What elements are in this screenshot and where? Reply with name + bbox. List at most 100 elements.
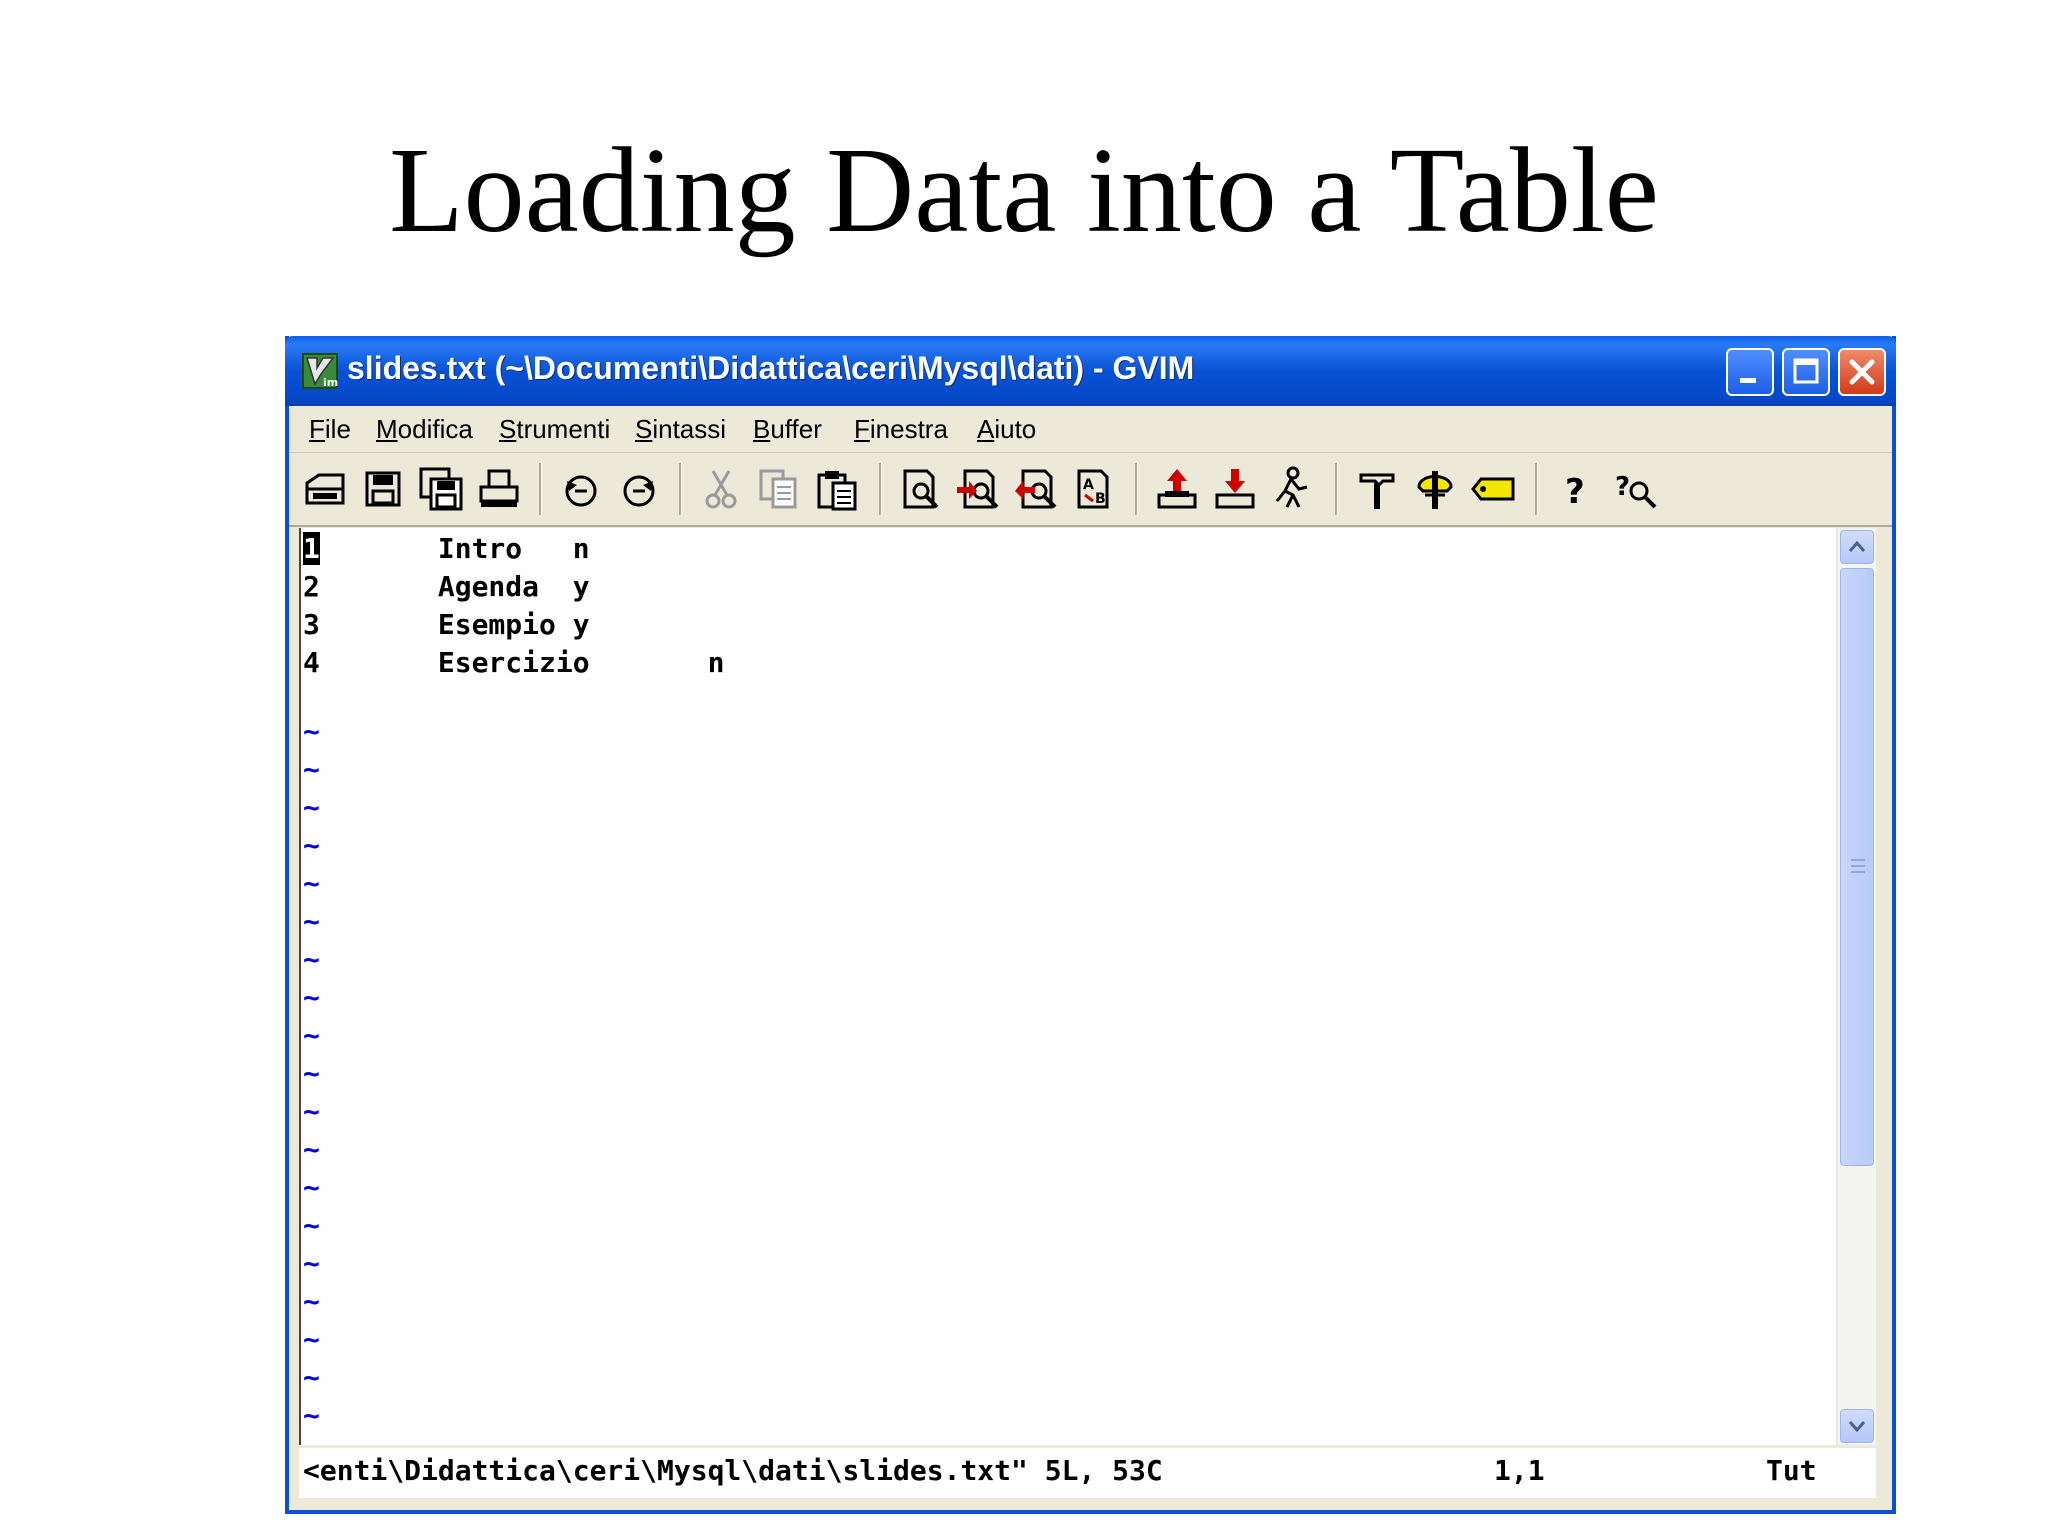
tilde-line: ~ [303, 1095, 320, 1128]
scroll-up-button[interactable] [1840, 530, 1874, 564]
open-icon [305, 473, 345, 505]
menu-sintassi[interactable]: Sintassi [635, 414, 726, 445]
open-button[interactable] [301, 465, 349, 513]
maximize-button[interactable] [1782, 348, 1830, 396]
save-button[interactable] [359, 465, 407, 513]
tilde-line: ~ [303, 905, 320, 938]
editor-line: 4 Esercizio n [303, 644, 724, 682]
ctags-button[interactable] [1469, 465, 1517, 513]
titlebar[interactable]: im slides.txt (~\Documenti\Didattica\cer… [285, 336, 1896, 406]
svg-text:B: B [1095, 491, 1106, 507]
cut-button[interactable] [697, 465, 745, 513]
run-script-button[interactable] [1269, 465, 1317, 513]
tilde-line: ~ [303, 829, 320, 862]
svg-text:im: im [323, 376, 338, 389]
chevron-down-icon [1848, 1421, 1866, 1433]
tilde-line: ~ [303, 1171, 320, 1204]
maximize-icon [1793, 358, 1819, 384]
print-button[interactable] [475, 465, 523, 513]
tilde-line: ~ [303, 1057, 320, 1090]
window-title: slides.txt (~\Documenti\Didattica\ceri\M… [347, 350, 1195, 386]
run-script-icon [1275, 466, 1308, 508]
editor-line: 3 Esempio y [303, 606, 590, 644]
menu-buffer[interactable]: Buffer [753, 414, 822, 445]
save-session-button[interactable] [1211, 465, 1259, 513]
paste-icon [817, 471, 857, 511]
line-number: 1 [303, 532, 320, 565]
tilde-line: ~ [303, 1323, 320, 1356]
vertical-scrollbar[interactable] [1838, 528, 1876, 1445]
help-icon: ? [1565, 472, 1585, 512]
status-file-info: <enti\Didattica\ceri\Mysql\dati\slides.t… [303, 1454, 1163, 1487]
tilde-line: ~ [303, 981, 320, 1014]
tilde-line: ~ [303, 867, 320, 900]
gvim-app-icon: im [302, 353, 338, 389]
scroll-down-button[interactable] [1840, 1409, 1874, 1443]
save-session-icon [1215, 469, 1255, 509]
tilde-line: ~ [303, 1399, 320, 1432]
menu-bar: File Modifica Strumenti Sintassi Buffer … [289, 406, 1892, 453]
tilde-line: ~ [303, 1209, 320, 1242]
status-line: <enti\Didattica\ceri\Mysql\dati\slides.t… [299, 1448, 1876, 1498]
help-button[interactable]: ? [1553, 465, 1601, 513]
find-prev-button[interactable] [1013, 465, 1061, 513]
paste-button[interactable] [813, 465, 861, 513]
replace-button[interactable]: AB [1071, 465, 1119, 513]
undo-button[interactable] [557, 465, 605, 513]
line-number: 4 [303, 646, 320, 679]
status-cursor-position: 1,1 [1494, 1454, 1545, 1487]
make-icon [1359, 473, 1395, 509]
editor-line: 1 Intro n [303, 530, 590, 568]
find-next-icon [957, 469, 999, 509]
tilde-line: ~ [303, 1285, 320, 1318]
find-button[interactable] [897, 465, 945, 513]
editor-line: 2 Agenda y [303, 568, 590, 606]
editor-area[interactable]: 1 Intro n 2 Agenda y 3 Esempio y 4 Eserc… [299, 528, 1836, 1445]
cut-icon [705, 470, 737, 509]
tilde-line: ~ [303, 1133, 320, 1166]
line-text: Esempio y [319, 608, 590, 641]
tilde-line: ~ [303, 1247, 320, 1280]
print-icon [479, 469, 519, 507]
line-text: Intro n [319, 532, 590, 565]
find-help-button[interactable]: ? [1611, 465, 1659, 513]
gvim-window: im slides.txt (~\Documenti\Didattica\cer… [285, 336, 1896, 1514]
chevron-up-icon [1848, 540, 1866, 552]
line-number: 2 [303, 570, 320, 603]
tilde-line: ~ [303, 715, 320, 748]
toolbar: AB ? ? [289, 453, 1892, 527]
copy-button[interactable] [755, 465, 803, 513]
svg-text:?: ? [1615, 472, 1630, 502]
line-text: Agenda y [319, 570, 590, 603]
find-next-button[interactable] [955, 465, 1003, 513]
minimize-icon [1740, 378, 1756, 383]
save-all-button[interactable] [417, 465, 465, 513]
line-number: 3 [303, 608, 320, 641]
close-button[interactable] [1838, 348, 1886, 396]
slide-title: Loading Data into a Table [389, 123, 1659, 258]
redo-button[interactable] [615, 465, 663, 513]
shell-icon [1417, 471, 1453, 509]
ctags-icon [1471, 477, 1515, 501]
menu-file[interactable]: File [309, 414, 351, 445]
menu-modifica[interactable]: Modifica [376, 414, 473, 445]
minimize-button[interactable] [1726, 348, 1774, 396]
shell-button[interactable] [1411, 465, 1459, 513]
find-icon [903, 469, 939, 509]
tilde-line: ~ [303, 1361, 320, 1394]
line-text: Esercizio n [319, 646, 725, 679]
menu-aiuto[interactable]: Aiuto [977, 414, 1036, 445]
load-session-button[interactable] [1153, 465, 1201, 513]
scroll-thumb[interactable] [1840, 568, 1874, 1166]
replace-icon: AB [1077, 469, 1109, 509]
copy-icon [759, 469, 797, 509]
menu-finestra[interactable]: Finestra [854, 414, 948, 445]
load-session-icon [1157, 469, 1197, 509]
tilde-line: ~ [303, 791, 320, 824]
svg-text:?: ? [1565, 472, 1585, 512]
make-button[interactable] [1353, 465, 1401, 513]
redo-icon [623, 475, 655, 507]
menu-strumenti[interactable]: Strumenti [499, 414, 610, 445]
tilde-line: ~ [303, 753, 320, 786]
save-all-icon [419, 467, 463, 511]
